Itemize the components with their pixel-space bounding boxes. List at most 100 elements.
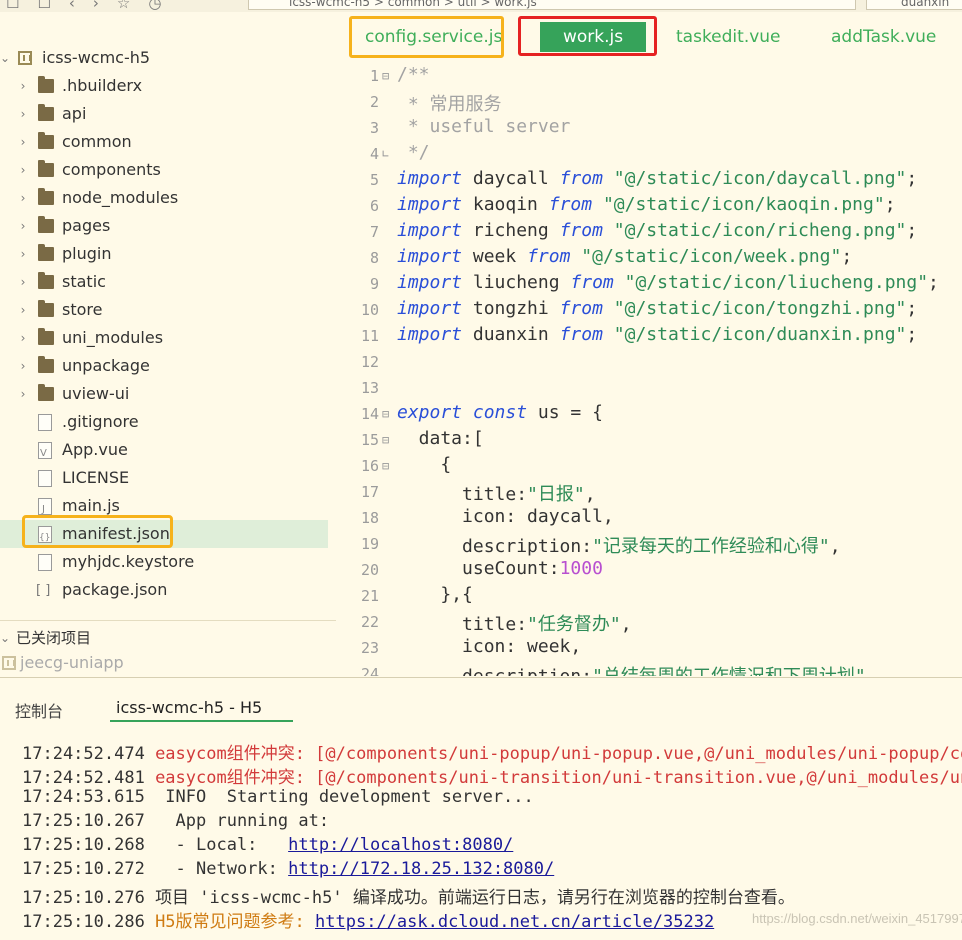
folder-icon xyxy=(38,300,54,317)
folder-item-store[interactable]: › store xyxy=(0,296,328,324)
search-input[interactable]: duanxin xyxy=(866,0,962,10)
chevron-right-icon[interactable]: › xyxy=(18,156,28,184)
folder-item-pages[interactable]: › pages xyxy=(0,212,328,240)
folder-item-api[interactable]: › api xyxy=(0,100,328,128)
folder-item-uni-modules[interactable]: › uni_modules xyxy=(0,324,328,352)
file-item-app-vue[interactable]: App.vue xyxy=(0,436,328,468)
log-message: App running at: xyxy=(155,811,330,831)
log-line: 17:25:10.272 - Network: http://172.18.25… xyxy=(22,859,554,879)
chevron-right-icon[interactable]: › xyxy=(18,240,28,268)
project-name: icss-wcmc-h5 xyxy=(42,48,151,67)
tree-item-label: myhjdc.keystore xyxy=(62,552,195,571)
chevron-down-icon[interactable]: ⌄ xyxy=(0,624,10,652)
chevron-right-icon[interactable]: › xyxy=(18,380,28,408)
code-line[interactable]: import liucheng from "@/static/icon/liuc… xyxy=(397,272,939,293)
fold-toggle-icon[interactable]: ⊟ xyxy=(382,69,389,83)
line-number: 8 xyxy=(369,249,379,267)
chevron-right-icon[interactable]: › xyxy=(18,296,28,324)
chevron-right-icon[interactable]: › xyxy=(18,268,28,296)
chevron-right-icon[interactable]: › xyxy=(18,324,28,352)
code-line[interactable]: data:[ xyxy=(397,428,484,449)
console-tabs: 控制台 icss-wcmc-h5 - H5 xyxy=(0,678,962,724)
folder-icon xyxy=(38,76,54,93)
tab-run-h5[interactable]: icss-wcmc-h5 - H5 xyxy=(116,698,262,717)
tree-item-label: unpackage xyxy=(62,356,150,375)
code-line[interactable]: import week from "@/static/icon/week.png… xyxy=(397,246,852,267)
line-number: 5 xyxy=(369,171,379,189)
tree-item-label: components xyxy=(62,160,161,179)
tree-item-label: store xyxy=(62,300,103,319)
code-line[interactable]: /** xyxy=(397,64,430,85)
fold-toggle-icon[interactable]: ⊟ xyxy=(382,459,389,473)
code-line[interactable]: import duanxin from "@/static/icon/duanx… xyxy=(397,324,917,345)
folder-icon xyxy=(38,356,54,373)
code-line[interactable]: import richeng from "@/static/icon/riche… xyxy=(397,220,917,241)
log-link[interactable]: https://ask.dcloud.net.cn/article/35232 xyxy=(315,912,714,932)
folder-item-components[interactable]: › components xyxy=(0,156,328,184)
code-line[interactable]: title:"日报", xyxy=(397,480,596,506)
code-line[interactable]: useCount:1000 xyxy=(397,558,603,579)
project-root[interactable]: ⌄ icss-wcmc-h5 xyxy=(0,44,328,72)
chevron-right-icon[interactable]: › xyxy=(18,212,28,240)
chevron-right-icon[interactable]: › xyxy=(18,352,28,380)
log-link[interactable]: http://172.18.25.132:8080/ xyxy=(288,859,554,879)
code-line[interactable]: export const us = { xyxy=(397,402,603,423)
tab-addtask-vue[interactable]: addTask.vue xyxy=(831,27,936,47)
toolbar-icons[interactable]: ☐☐‹›☆◷ xyxy=(6,0,179,12)
code-line[interactable]: icon: week, xyxy=(397,636,581,657)
file-icon xyxy=(36,577,50,605)
code-line[interactable]: description:"总结每周的工作情况和下周计划", xyxy=(397,662,877,676)
breadcrumb[interactable]: icss-wcmc-h5 > common > util > work.js xyxy=(248,0,856,10)
folder-item-common[interactable]: › common xyxy=(0,128,328,156)
chevron-right-icon[interactable]: › xyxy=(18,128,28,156)
code-line[interactable]: * 常用服务 xyxy=(397,90,502,116)
chevron-down-icon[interactable]: ⌄ xyxy=(0,44,10,72)
code-line[interactable]: description:"记录每天的工作经验和心得", xyxy=(397,532,841,558)
log-message: INFO Starting development server... xyxy=(155,787,534,807)
folder-item-hbuilderx[interactable]: › .hbuilderx xyxy=(0,72,328,100)
folder-item-node-modules[interactable]: › node_modules xyxy=(0,184,328,212)
closed-projects-label: 已关闭项目 xyxy=(16,629,92,647)
log-timestamp: 17:24:53.615 xyxy=(22,787,156,807)
code-editor[interactable]: 1 ⊟/** 2 * 常用服务 3 * useful server 4 ∟ */5 impo… xyxy=(337,62,962,676)
folder-item-static[interactable]: › static xyxy=(0,268,328,296)
code-line[interactable]: icon: daycall, xyxy=(397,506,614,527)
file-item-license[interactable]: LICENSE xyxy=(0,464,328,492)
file-item-gitignore[interactable]: .gitignore xyxy=(0,408,328,436)
chevron-right-icon[interactable]: › xyxy=(18,100,28,128)
code-line[interactable]: */ xyxy=(397,142,430,163)
tree-item-label: uni_modules xyxy=(62,328,164,347)
chevron-right-icon[interactable]: › xyxy=(18,184,28,212)
code-line[interactable]: import daycall from "@/static/icon/dayca… xyxy=(397,168,917,189)
log-line: 17:24:52.474 easycom组件冲突: [@/components/… xyxy=(22,739,962,764)
folder-item-uview-ui[interactable]: › uview-ui xyxy=(0,380,328,408)
closed-project-item[interactable]: jeecg-uniapp xyxy=(0,649,328,676)
code-line[interactable]: import kaoqin from "@/static/icon/kaoqin… xyxy=(397,194,896,215)
fold-toggle-icon[interactable]: ⊟ xyxy=(382,433,389,447)
code-line[interactable]: title:"任务督办", xyxy=(397,610,632,636)
tree-item-label: pages xyxy=(62,216,111,235)
chevron-right-icon[interactable]: › xyxy=(18,72,28,100)
tab-console[interactable]: 控制台 xyxy=(15,698,63,722)
line-number: 18 xyxy=(360,509,379,527)
folder-icon xyxy=(38,384,54,401)
fold-toggle-icon[interactable]: ⊟ xyxy=(382,407,389,421)
folder-item-unpackage[interactable]: › unpackage xyxy=(0,352,328,380)
code-line[interactable]: },{ xyxy=(397,584,473,605)
code-line[interactable]: import tongzhi from "@/static/icon/tongz… xyxy=(397,298,917,319)
code-line[interactable]: { xyxy=(397,454,451,475)
tab-taskedit-vue[interactable]: taskedit.vue xyxy=(676,27,781,47)
code-line[interactable]: * useful server xyxy=(397,116,571,137)
file-item-myhjdc-keystore[interactable]: myhjdc.keystore xyxy=(0,548,328,576)
highlight-manifest xyxy=(22,515,173,548)
log-link[interactable]: http://localhost:8080/ xyxy=(288,835,513,855)
fold-toggle-icon[interactable]: ∟ xyxy=(382,147,389,161)
folder-icon xyxy=(38,216,54,233)
line-number: 14 xyxy=(360,405,379,423)
line-number: 17 xyxy=(360,483,379,501)
closed-projects-header[interactable]: ⌄ 已关闭项目 xyxy=(0,624,328,652)
file-item-package-json[interactable]: package.json xyxy=(0,576,328,605)
folder-item-plugin[interactable]: › plugin xyxy=(0,240,328,268)
log-line: 17:25:10.286 H5版常见问题参考: https://ask.dclo… xyxy=(22,907,714,932)
line-number: 23 xyxy=(360,639,379,657)
